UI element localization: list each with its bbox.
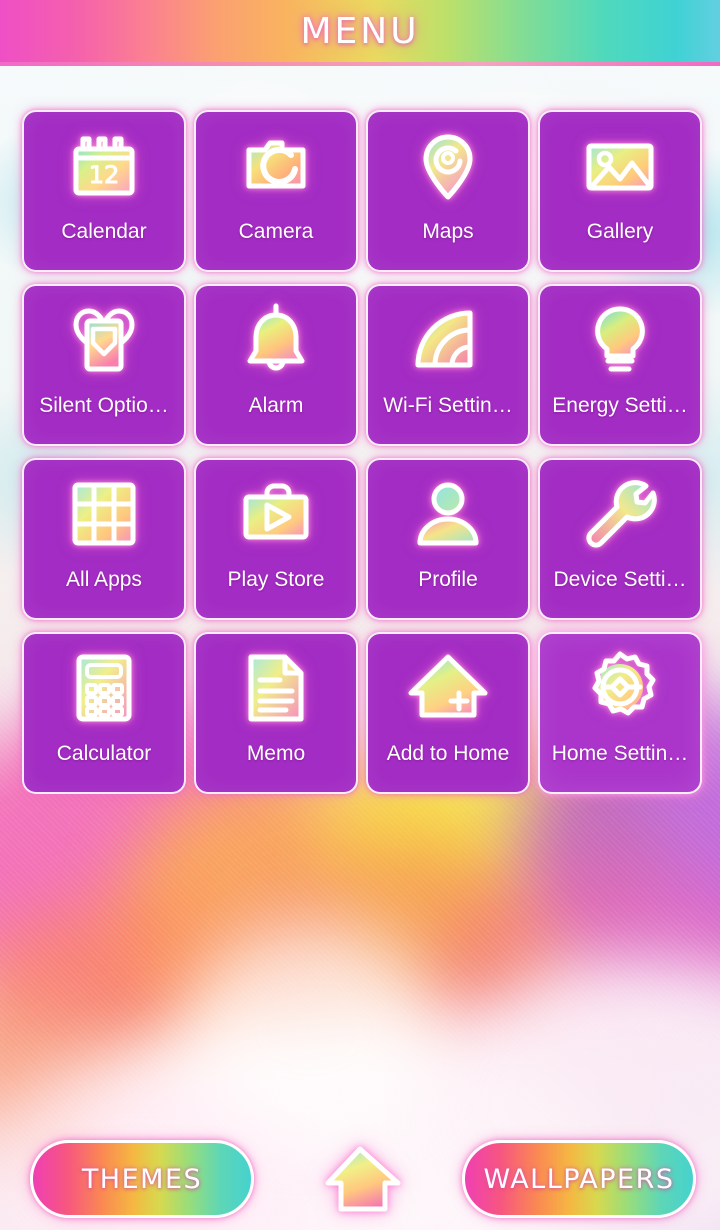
app-tile-profile[interactable]: Profile	[366, 458, 530, 620]
app-tile-memo[interactable]: Memo	[194, 632, 358, 794]
app-label: Add to Home	[386, 742, 510, 765]
app-tile-camera[interactable]: Camera	[194, 110, 358, 272]
wallpapers-button[interactable]: WALLPAPERS	[462, 1140, 696, 1218]
grid-apps-icon	[24, 460, 184, 568]
app-tile-calendar[interactable]: 12 Calendar	[22, 110, 186, 272]
bottom-dock: THEMES WALLPAPERS	[0, 1128, 720, 1230]
app-label: Calendar	[61, 220, 147, 243]
wifi-icon	[368, 286, 528, 394]
app-label: Profile	[418, 568, 478, 591]
app-tile-add-to-home[interactable]: Add to Home	[366, 632, 530, 794]
document-lines-icon	[196, 634, 356, 742]
header-bar: MENU	[0, 0, 720, 66]
app-tile-energy-settings[interactable]: Energy Setti…	[538, 284, 702, 446]
home-arrow-icon	[325, 1146, 401, 1212]
app-label: Play Store	[227, 568, 325, 591]
app-tile-all-apps[interactable]: All Apps	[22, 458, 186, 620]
app-tile-wifi-settings[interactable]: Wi-Fi Settin…	[366, 284, 530, 446]
app-tile-play-store[interactable]: Play Store	[194, 458, 358, 620]
app-label: Energy Setti…	[552, 394, 688, 417]
svg-text:12: 12	[89, 161, 120, 189]
gallery-image-icon	[540, 112, 700, 220]
themes-button-label: THEMES	[81, 1163, 203, 1195]
app-label: Maps	[422, 220, 474, 243]
wrench-icon	[540, 460, 700, 568]
gear-icon	[540, 634, 700, 742]
themes-button[interactable]: THEMES	[30, 1140, 254, 1218]
app-tile-calculator[interactable]: Calculator	[22, 632, 186, 794]
app-label: Silent Optio…	[39, 394, 169, 417]
app-tile-silent-options[interactable]: Silent Optio…	[22, 284, 186, 446]
app-label: Alarm	[248, 394, 304, 417]
app-label: Calculator	[56, 742, 152, 765]
play-store-bag-icon	[196, 460, 356, 568]
app-label: Camera	[238, 220, 314, 243]
page-title: MENU	[300, 10, 420, 52]
person-icon	[368, 460, 528, 568]
app-label: Device Setti…	[553, 568, 687, 591]
silent-heart-icon	[24, 286, 184, 394]
app-label: All Apps	[66, 568, 142, 591]
app-label: Home Settin…	[551, 742, 689, 765]
app-label: Memo	[246, 742, 306, 765]
wallpapers-button-label: WALLPAPERS	[483, 1163, 675, 1195]
camera-icon	[196, 112, 356, 220]
house-plus-icon	[368, 634, 528, 742]
bell-icon	[196, 286, 356, 394]
app-tile-device-settings[interactable]: Device Setti…	[538, 458, 702, 620]
calculator-icon	[24, 634, 184, 742]
app-tile-alarm[interactable]: Alarm	[194, 284, 358, 446]
map-pin-icon	[368, 112, 528, 220]
calendar-icon: 12	[24, 112, 184, 220]
home-button[interactable]	[312, 1142, 408, 1216]
app-label: Wi-Fi Settin…	[383, 394, 513, 417]
app-label: Gallery	[586, 220, 654, 243]
app-tile-home-settings[interactable]: Home Settin…	[538, 632, 702, 794]
app-grid: 12 Calendar Camera Maps Gallery Silent O…	[22, 110, 702, 794]
lightbulb-icon	[540, 286, 700, 394]
app-tile-gallery[interactable]: Gallery	[538, 110, 702, 272]
app-tile-maps[interactable]: Maps	[366, 110, 530, 272]
